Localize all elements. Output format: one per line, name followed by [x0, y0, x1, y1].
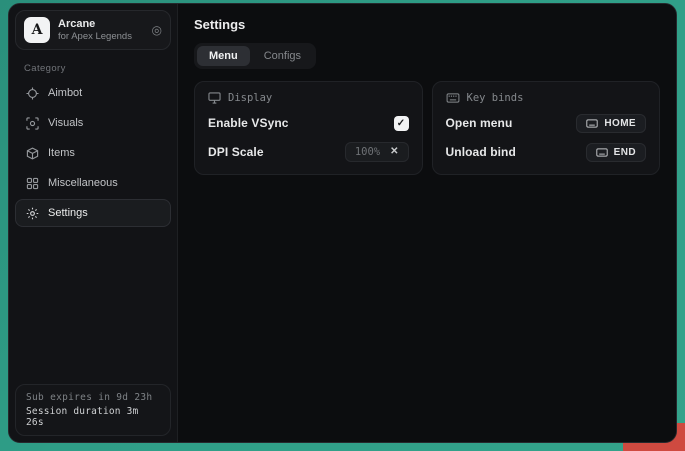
app-name: Arcane	[58, 18, 132, 30]
sidebar-item-label: Miscellaneous	[48, 177, 118, 189]
settings-tab-group: Menu Configs	[194, 43, 316, 69]
open-menu-bind-key: HOME	[604, 118, 636, 129]
sidebar-item-label: Items	[48, 147, 75, 159]
crosshair-icon	[25, 86, 39, 100]
keybinds-card: Key binds Open menu HOME Unload bind	[432, 81, 661, 175]
subscription-info-box: Sub expires in 9d 23h Session duration 3…	[15, 384, 171, 436]
sidebar-item-settings[interactable]: Settings	[15, 199, 171, 227]
setting-row-dpi: DPI Scale 100% ✕	[208, 142, 409, 162]
tab-configs[interactable]: Configs	[252, 46, 313, 66]
tab-menu[interactable]: Menu	[197, 46, 250, 66]
display-card-title: Display	[228, 92, 272, 104]
app-logo: A	[24, 17, 50, 43]
gear-icon	[25, 206, 39, 220]
keybinds-card-header: Key binds	[446, 92, 647, 104]
vsync-checkbox[interactable]: ✓	[394, 116, 409, 131]
open-menu-label: Open menu	[446, 116, 513, 130]
sidebar-item-items[interactable]: Items	[15, 139, 171, 167]
main-content: Settings Menu Configs Display Enable VSy…	[178, 4, 676, 442]
unload-bind-key: END	[614, 147, 636, 158]
brand-text: Arcane for Apex Legends	[58, 18, 132, 42]
sidebar-item-aimbot[interactable]: Aimbot	[15, 79, 171, 107]
sidebar-item-visuals[interactable]: Visuals	[15, 109, 171, 137]
monitor-icon	[208, 92, 221, 104]
vsync-label: Enable VSync	[208, 116, 289, 130]
settings-cards: Display Enable VSync ✓ DPI Scale 100% ✕	[194, 81, 660, 175]
session-duration-text: Session duration 3m 26s	[26, 406, 160, 428]
sidebar-item-label: Visuals	[48, 117, 83, 129]
app-window: A Arcane for Apex Legends ◎ Category Aim…	[8, 3, 677, 443]
unload-bind-label: Unload bind	[446, 145, 516, 159]
status-icon[interactable]: ◎	[152, 24, 162, 36]
sidebar: A Arcane for Apex Legends ◎ Category Aim…	[9, 4, 178, 442]
display-card-header: Display	[208, 92, 409, 104]
open-menu-bind-button[interactable]: HOME	[576, 114, 646, 133]
unload-bind-button[interactable]: END	[586, 143, 646, 162]
display-card: Display Enable VSync ✓ DPI Scale 100% ✕	[194, 81, 423, 175]
keybinds-card-title: Key binds	[467, 92, 524, 104]
dpi-scale-input[interactable]: 100% ✕	[345, 142, 409, 162]
sidebar-item-miscellaneous[interactable]: Miscellaneous	[15, 169, 171, 197]
sidebar-item-label: Settings	[48, 207, 88, 219]
sidebar-item-label: Aimbot	[48, 87, 82, 99]
eye-scan-icon	[25, 116, 39, 130]
setting-row-open-menu: Open menu HOME	[446, 113, 647, 133]
dpi-label: DPI Scale	[208, 145, 264, 159]
brand-header: A Arcane for Apex Legends ◎	[15, 10, 171, 50]
keyboard-icon	[596, 148, 608, 157]
setting-row-unload-bind: Unload bind END	[446, 142, 647, 162]
app-subtitle: for Apex Legends	[58, 31, 132, 42]
keyboard-icon	[586, 119, 598, 128]
grid-icon	[25, 176, 39, 190]
keyboard-icon	[446, 93, 460, 103]
clear-icon[interactable]: ✕	[390, 147, 398, 157]
dpi-scale-value: 100%	[355, 146, 380, 158]
sub-expires-text: Sub expires in 9d 23h	[26, 392, 160, 403]
setting-row-vsync: Enable VSync ✓	[208, 113, 409, 133]
page-title: Settings	[194, 17, 660, 32]
category-nav: Aimbot Visuals Items	[15, 79, 171, 227]
package-icon	[25, 146, 39, 160]
category-label: Category	[24, 63, 171, 74]
